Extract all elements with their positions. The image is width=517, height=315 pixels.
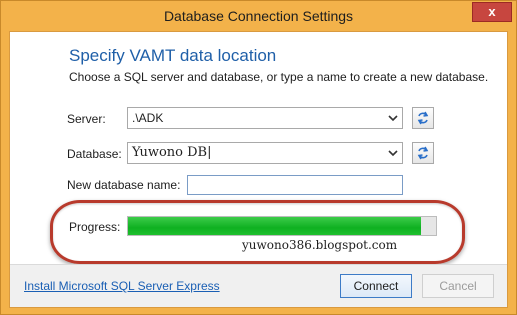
- watermark-text: yuwono386.blogspot.com: [242, 238, 398, 252]
- dialog-body: Specify VAMT data location Choose a SQL …: [9, 31, 508, 308]
- cancel-button[interactable]: Cancel: [422, 274, 494, 298]
- server-label: Server:: [67, 112, 106, 126]
- refresh-icon: [417, 111, 429, 125]
- database-label: Database:: [67, 147, 122, 161]
- progress-label: Progress:: [69, 220, 121, 234]
- dropdown-arrow-icon: [388, 115, 398, 122]
- dialog-footer: Install Microsoft SQL Server Express Con…: [10, 264, 507, 307]
- progress-fill: [128, 217, 421, 235]
- database-value: Yuwono DB|: [132, 145, 212, 160]
- close-icon: x: [488, 4, 496, 19]
- server-value: .\ADK: [132, 111, 164, 125]
- install-sql-express-link[interactable]: Install Microsoft SQL Server Express: [24, 279, 220, 293]
- connect-button[interactable]: Connect: [340, 274, 412, 298]
- instructions-text: Choose a SQL server and database, or typ…: [69, 70, 489, 84]
- window-title: Database Connection Settings: [163, 8, 354, 24]
- dropdown-arrow-icon: [388, 150, 398, 157]
- page-title: Specify VAMT data location: [69, 46, 277, 65]
- server-combobox[interactable]: .\ADK: [127, 107, 403, 129]
- server-refresh-button[interactable]: [412, 107, 434, 129]
- refresh-icon: [417, 146, 429, 160]
- new-database-name-label: New database name:: [67, 178, 181, 192]
- title-bar: Database Connection Settings x: [1, 1, 516, 31]
- dialog-window: Database Connection Settings x Specify V…: [0, 0, 517, 315]
- close-button[interactable]: x: [472, 2, 512, 22]
- progress-bar: [127, 216, 437, 236]
- database-combobox[interactable]: Yuwono DB|: [127, 142, 403, 164]
- new-database-name-input[interactable]: [187, 175, 403, 195]
- database-refresh-button[interactable]: [412, 142, 434, 164]
